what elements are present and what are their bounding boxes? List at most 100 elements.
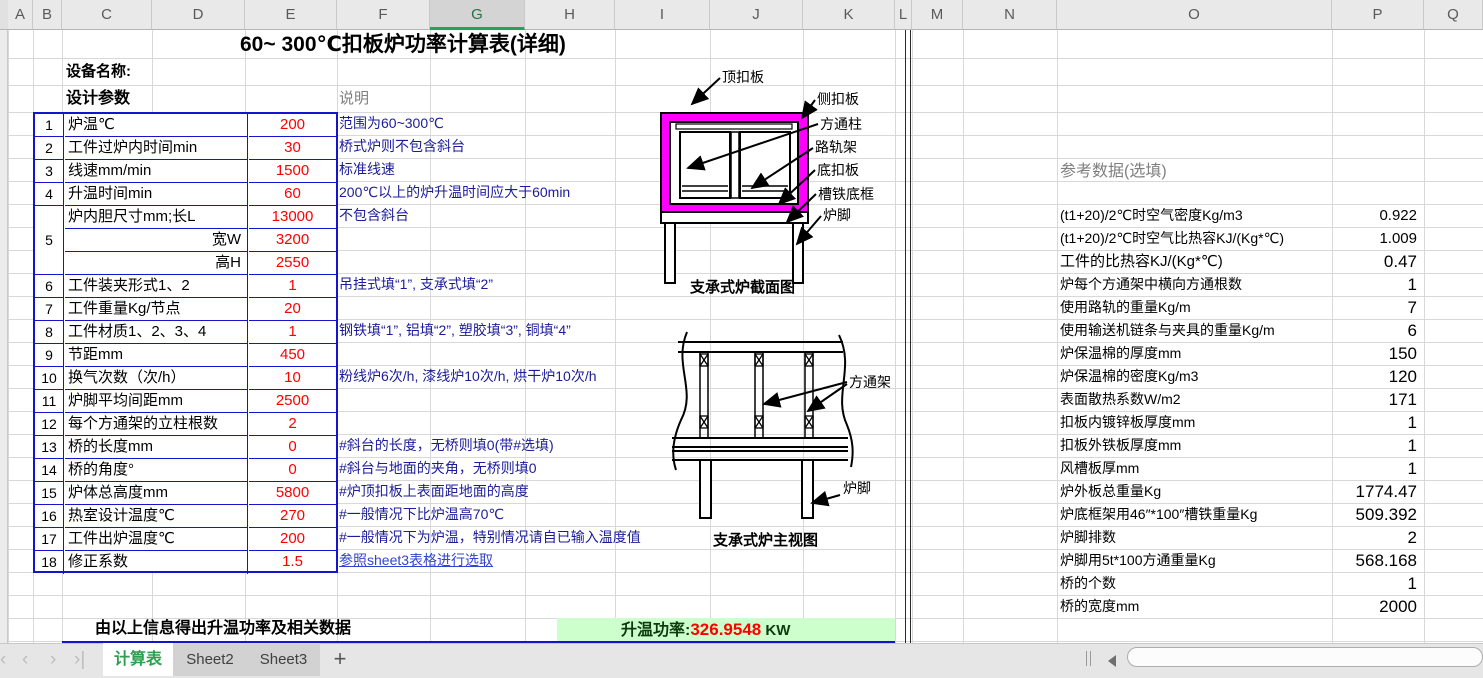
column-header-p[interactable]: P bbox=[1332, 0, 1424, 30]
column-header-q[interactable]: Q bbox=[1424, 0, 1483, 30]
param-label-cell[interactable]: 工件过炉内时间min bbox=[65, 137, 248, 160]
horizontal-scrollbar-thumb[interactable] bbox=[1127, 647, 1483, 667]
column-header-k[interactable]: K bbox=[803, 0, 895, 30]
param-label-cell[interactable]: 炉脚平均间距mm bbox=[65, 390, 248, 413]
reference-value-cell[interactable]: 120 bbox=[1242, 365, 1417, 388]
param-label-cell[interactable]: 炉温℃ bbox=[65, 114, 248, 137]
param-row: 10 换气次数（次/h） 10 bbox=[35, 367, 336, 390]
param-label-cell[interactable]: 修正系数 bbox=[65, 551, 248, 574]
param-label-cell[interactable]: 工件装夹形式1、2 bbox=[65, 275, 248, 298]
param-value-cell[interactable]: 2 bbox=[249, 413, 336, 436]
param-value-cell[interactable]: 60 bbox=[249, 183, 336, 206]
param-label-cell[interactable]: 每个方通架的立柱根数 bbox=[65, 413, 248, 436]
reference-value-cell[interactable]: 509.392 bbox=[1242, 503, 1417, 526]
reference-value-cell[interactable]: 2 bbox=[1242, 526, 1417, 549]
tab-sheet2[interactable]: Sheet2 bbox=[173, 643, 247, 676]
column-header-e[interactable]: E bbox=[245, 0, 337, 30]
sheet3-reference-link[interactable]: 参照sheet3表格进行选取 bbox=[339, 549, 493, 572]
param-value-cell[interactable]: 1.5 bbox=[249, 551, 336, 574]
reference-value-cell[interactable]: 1 bbox=[1242, 457, 1417, 480]
param-value-cell[interactable]: 1 bbox=[249, 275, 336, 298]
label-side-plate: 侧扣板 bbox=[817, 91, 859, 107]
reference-value-cell[interactable]: 2000 bbox=[1242, 595, 1417, 618]
column-header-c[interactable]: C bbox=[62, 0, 152, 30]
reference-value-cell[interactable]: 0.922 bbox=[1242, 204, 1417, 227]
param-value-cell[interactable]: 0 bbox=[249, 436, 336, 459]
param-label-cell[interactable]: 线速mm/min bbox=[65, 160, 248, 183]
param-label-cell[interactable]: 宽W bbox=[65, 229, 248, 252]
first-sheet-button[interactable]: ‹ bbox=[0, 646, 6, 674]
param-label-cell[interactable]: 工件材质1、2、3、4 bbox=[65, 321, 248, 344]
param-value-cell[interactable]: 5800 bbox=[249, 482, 336, 505]
param-value-cell[interactable]: 2500 bbox=[249, 390, 336, 413]
param-label-cell[interactable]: 升温时间min bbox=[65, 183, 248, 206]
param-label-cell[interactable]: 工件出炉温度℃ bbox=[65, 528, 248, 551]
param-value-cell[interactable]: 20 bbox=[249, 298, 336, 321]
column-header-o[interactable]: O bbox=[1057, 0, 1332, 30]
tab-calc-sheet[interactable]: 计算表 bbox=[103, 643, 173, 676]
reference-value-cell[interactable]: 1 bbox=[1242, 572, 1417, 595]
param-label-cell[interactable]: 桥的角度° bbox=[65, 459, 248, 482]
param-label-cell[interactable]: 桥的长度mm bbox=[65, 436, 248, 459]
param-value-cell[interactable]: 200 bbox=[249, 114, 336, 137]
param-label-cell[interactable]: 炉内胆尺寸mm;长L bbox=[65, 206, 248, 229]
param-description: #一般情况下比炉温高70℃ bbox=[339, 506, 505, 522]
reference-value-cell[interactable]: 1 bbox=[1242, 434, 1417, 457]
last-sheet-button[interactable]: ›| bbox=[74, 646, 85, 674]
reference-value-cell[interactable]: 150 bbox=[1242, 342, 1417, 365]
param-label-cell[interactable]: 热室设计温度℃ bbox=[65, 505, 248, 528]
column-header-h[interactable]: H bbox=[525, 0, 615, 30]
reference-value-cell[interactable]: 0.47 bbox=[1242, 250, 1417, 273]
param-label-cell[interactable]: 工件重量Kg/节点 bbox=[65, 298, 248, 321]
column-header-m[interactable]: M bbox=[912, 0, 963, 30]
column-header-j[interactable]: J bbox=[710, 0, 803, 30]
row-number: 3 bbox=[35, 160, 64, 183]
param-value-cell[interactable]: 0 bbox=[249, 459, 336, 482]
column-header-a[interactable]: A bbox=[8, 0, 33, 30]
reference-value-cell[interactable]: 7 bbox=[1242, 296, 1417, 319]
param-value-cell[interactable]: 10 bbox=[249, 367, 336, 390]
param-label-cell[interactable]: 节距mm bbox=[65, 344, 248, 367]
param-row: 15 炉体总高度mm 5800 bbox=[35, 482, 336, 505]
add-sheet-button[interactable]: + bbox=[328, 643, 352, 676]
column-header-b[interactable]: B bbox=[33, 0, 62, 30]
column-header-i[interactable]: I bbox=[615, 0, 710, 30]
param-value-cell[interactable]: 2550 bbox=[249, 252, 336, 275]
row-number: 13 bbox=[35, 436, 64, 459]
column-header-n[interactable]: N bbox=[963, 0, 1057, 30]
param-value-cell[interactable]: 1500 bbox=[249, 160, 336, 183]
column-header-l[interactable]: L bbox=[895, 0, 912, 30]
row-number: 14 bbox=[35, 459, 64, 482]
column-header-f[interactable]: F bbox=[337, 0, 430, 30]
param-label-cell[interactable]: 换气次数（次/h） bbox=[65, 367, 248, 390]
reference-value-cell[interactable]: 1 bbox=[1242, 411, 1417, 434]
next-sheet-button[interactable]: › bbox=[50, 646, 56, 674]
prev-sheet-button[interactable]: ‹ bbox=[22, 646, 28, 674]
reference-label: 炉保温棉的厚度mm bbox=[1060, 345, 1182, 361]
label-square-column: 方通柱 bbox=[820, 116, 862, 132]
param-value-cell[interactable]: 200 bbox=[249, 528, 336, 551]
reference-value-cell[interactable]: 171 bbox=[1242, 388, 1417, 411]
reference-value-cell[interactable]: 1.009 bbox=[1242, 227, 1417, 250]
tab-splitter[interactable] bbox=[1090, 651, 1091, 666]
param-value-cell[interactable]: 1 bbox=[249, 321, 336, 344]
param-value-cell[interactable]: 13000 bbox=[249, 206, 336, 229]
tab-sheet3[interactable]: Sheet3 bbox=[247, 643, 320, 676]
reference-value-cell[interactable]: 1 bbox=[1242, 273, 1417, 296]
scroll-left-arrow[interactable] bbox=[1108, 655, 1116, 667]
column-header-d[interactable]: D bbox=[152, 0, 245, 30]
reference-value-cell[interactable]: 6 bbox=[1242, 319, 1417, 342]
reference-value-cell[interactable]: 568.168 bbox=[1242, 549, 1417, 572]
param-value-cell[interactable]: 3200 bbox=[249, 229, 336, 252]
param-value-cell[interactable]: 270 bbox=[249, 505, 336, 528]
param-label-cell[interactable]: 炉体总高度mm bbox=[65, 482, 248, 505]
param-value-cell[interactable]: 30 bbox=[249, 137, 336, 160]
param-label-cell[interactable]: 高H bbox=[65, 252, 248, 275]
tab-splitter[interactable] bbox=[1086, 651, 1087, 666]
column-header-g-selected[interactable]: G bbox=[430, 0, 525, 30]
param-description: #斜台的长度，无桥则填0(带#选填) bbox=[339, 437, 554, 453]
reference-value-cell[interactable]: 1774.47 bbox=[1242, 480, 1417, 503]
reference-data-header: 参考数据(选填) bbox=[1060, 163, 1167, 180]
result-unit-text: KW bbox=[765, 622, 791, 639]
param-value-cell[interactable]: 450 bbox=[249, 344, 336, 367]
